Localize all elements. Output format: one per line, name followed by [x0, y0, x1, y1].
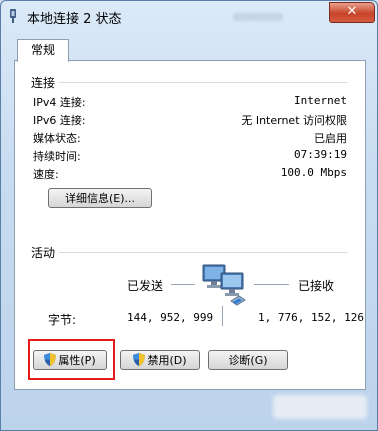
- speed-value: 100.0 Mbps: [280, 166, 347, 179]
- connection-divider: [59, 82, 348, 83]
- received-dash: [254, 284, 289, 285]
- uac-shield-icon: [133, 353, 146, 366]
- bytes-received-value: 1, 776, 152, 126: [258, 311, 364, 324]
- title-bar[interactable]: 本地连接 2 状态 ✕: [1, 1, 377, 31]
- ipv4-value: Internet: [294, 94, 347, 107]
- window-title: 本地连接 2 状态: [27, 12, 122, 27]
- connection-heading: 连接: [31, 76, 56, 90]
- received-label: 已接收: [298, 279, 335, 293]
- blurred-watermark-area: [273, 395, 367, 419]
- network-computers-icon: [202, 264, 246, 306]
- ipv6-label: IPv6 连接:: [33, 114, 86, 127]
- status-dialog: 本地连接 2 状态 ✕ 常规 连接 IPv4 连接: Internet IPv6…: [0, 0, 378, 431]
- network-adapter-icon: [10, 9, 16, 23]
- bytes-label: 字节:: [48, 313, 77, 327]
- media-state-value: 已启用: [314, 132, 347, 145]
- activity-connector-line: [222, 306, 223, 326]
- media-state-label: 媒体状态:: [33, 132, 81, 145]
- disable-button[interactable]: 禁用(D): [120, 350, 200, 370]
- close-button[interactable]: ✕: [329, 2, 375, 23]
- duration-value: 07:39:19: [294, 148, 347, 161]
- sent-label: 已发送: [127, 279, 164, 293]
- sent-dash: [171, 284, 195, 285]
- diagnose-button[interactable]: 诊断(G): [208, 350, 288, 370]
- activity-heading: 活动: [31, 246, 56, 260]
- highlight-box: [28, 339, 115, 380]
- disable-label: 禁用(D): [147, 354, 187, 367]
- ipv4-label: IPv4 连接:: [33, 96, 86, 109]
- duration-label: 持续时间:: [33, 150, 81, 163]
- activity-divider: [59, 252, 348, 253]
- tab-general[interactable]: 常规: [17, 39, 69, 62]
- ipv6-value: 无 Internet 访问权限: [241, 114, 347, 127]
- details-button[interactable]: 详细信息(E)...: [48, 188, 152, 208]
- blurred-title-area: [233, 13, 283, 21]
- speed-label: 速度:: [33, 168, 59, 181]
- bytes-sent-value: 144, 952, 999: [127, 311, 214, 324]
